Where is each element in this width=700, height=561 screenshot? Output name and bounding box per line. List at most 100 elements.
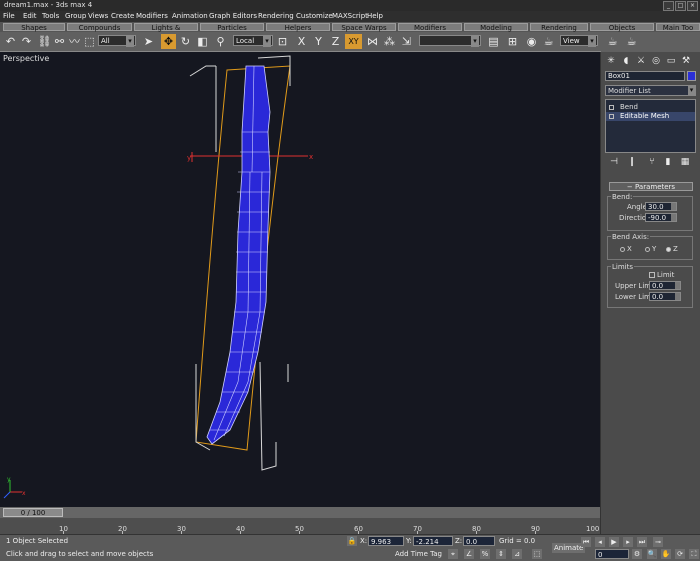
motion-tab-icon[interactable]: ◎ [650,55,662,67]
expand-icon[interactable] [609,114,614,119]
timeline[interactable]: 10 20 30 40 50 60 70 80 90 100 [0,518,600,534]
time-slider[interactable]: 0 / 100 [3,508,63,517]
arc-rotate-icon[interactable]: ⟳ [675,549,685,559]
axis-z-radio[interactable] [666,247,671,252]
utilities-tab-icon[interactable]: ⚒ [680,55,692,67]
object-color-swatch[interactable] [687,71,696,81]
limit-effect-checkbox[interactable] [649,272,655,278]
select-rotate-icon[interactable]: ↻ [178,34,193,49]
menu-group[interactable]: Group [65,12,86,20]
axis-x-radio[interactable] [620,247,625,252]
angle-spinner[interactable]: 30.0 [645,202,677,211]
display-tab-icon[interactable]: ▭ [665,55,677,67]
render-last-icon[interactable]: ☕ [624,34,639,49]
upper-limit-spinner[interactable]: 0.0 [649,281,681,290]
menu-customize[interactable]: Customize [296,12,333,20]
menu-graph-editors[interactable]: Graph Editors [209,12,257,20]
menu-help[interactable]: Help [367,12,383,20]
window-crossing-icon[interactable]: ⬚ [532,549,542,559]
menu-create[interactable]: Create [111,12,134,20]
modifier-list-dropdown[interactable]: Modifier List ▾ [605,85,696,96]
restrict-z-button[interactable]: Z [328,34,343,49]
restrict-y-button[interactable]: Y [311,34,326,49]
y-coord-field[interactable]: -2.214 [413,536,453,546]
make-unique-icon[interactable]: ⑂ [646,156,658,168]
pin-stack-icon[interactable]: ⊣ [608,156,620,168]
tab-helpers[interactable]: Helpers [266,23,330,32]
redo-icon[interactable]: ↷ [19,34,34,49]
lower-limit-spinner[interactable]: 0.0 [649,292,681,301]
menu-animation[interactable]: Animation [172,12,208,20]
go-to-start-icon[interactable]: ⏮ [581,537,591,547]
parameters-rollout[interactable]: − Parameters [609,182,693,191]
previous-frame-icon[interactable]: ◂ [595,537,605,547]
direction-spinner[interactable]: -90.0 [645,213,677,222]
minimize-button[interactable]: _ [663,1,674,11]
axis-y-radio[interactable] [645,247,650,252]
select-object-icon[interactable]: ➤ [141,34,156,49]
menu-views[interactable]: Views [88,12,108,20]
menu-edit[interactable]: Edit [23,12,37,20]
unlink-icon[interactable]: ⚯ [52,34,67,49]
pivot-center-icon[interactable]: ⊡ [275,34,290,49]
add-time-tag-button[interactable]: Add Time Tag [395,550,442,558]
link-icon[interactable]: ⛓ [37,34,52,49]
maximize-button[interactable]: □ [675,1,686,11]
tab-rendering[interactable]: Rendering [530,23,588,32]
restrict-x-button[interactable]: X [294,34,309,49]
quick-render-icon[interactable]: ☕ [605,34,620,49]
tab-shapes[interactable]: Shapes [3,23,65,32]
menu-maxscript[interactable]: MAXScript [332,12,368,20]
menu-rendering[interactable]: Rendering [258,12,294,20]
perspective-viewport[interactable]: x y x y Perspective [0,51,601,508]
key-mode-icon[interactable]: ⊸ [653,537,663,547]
render-type-dropdown[interactable]: View ▾ [560,35,598,47]
select-scale-icon[interactable]: ◧ [195,34,210,49]
array-icon[interactable]: ⁂ [382,34,397,49]
schematic-view-icon[interactable]: ⊞ [505,34,520,49]
select-move-icon[interactable]: ✥ [161,34,176,49]
percent-snap-icon[interactable]: % [480,549,490,559]
menu-file[interactable]: File [3,12,15,20]
degradation-override-icon[interactable]: ⊿ [512,549,522,559]
remove-modifier-icon[interactable]: ▮ [662,156,674,168]
time-config-icon[interactable]: ⚙ [632,549,642,559]
maximize-viewport-icon[interactable]: ⛶ [689,549,699,559]
expand-icon[interactable] [609,105,614,110]
selection-filter-dropdown[interactable]: All ▾ [98,35,136,47]
restrict-xy-button[interactable]: XY [345,34,362,49]
next-frame-icon[interactable]: ▸ [623,537,633,547]
tab-modifiers[interactable]: Modifiers [398,23,462,32]
stack-item-bend[interactable]: Bend [606,103,695,112]
stack-item-editable-mesh[interactable]: Editable Mesh [606,112,695,121]
align-icon[interactable]: ⇲ [399,34,414,49]
tab-main-toolbar[interactable]: Main Too [656,23,700,32]
z-coord-field[interactable]: 0.0 [463,536,495,546]
play-icon[interactable]: ▶ [609,537,619,547]
current-frame-field[interactable]: 0 [595,549,629,559]
configure-sets-icon[interactable]: ▦ [679,156,691,168]
lock-selection-icon[interactable]: 🔒 [347,536,357,546]
close-button[interactable]: × [687,1,698,11]
tab-lights-cameras[interactable]: Lights & Cameras [134,23,198,40]
hierarchy-tab-icon[interactable]: ⚔ [635,55,647,67]
viewport-label[interactable]: Perspective [3,54,49,63]
select-region-icon[interactable]: ⬚ [82,34,97,49]
tab-objects[interactable]: Objects [590,23,654,32]
go-to-end-icon[interactable]: ⏭ [637,537,647,547]
x-coord-field[interactable]: 9.963 [368,536,404,546]
object-name-field[interactable]: Box01 [605,71,685,81]
select-manipulate-icon[interactable]: ⚲ [213,34,228,49]
create-tab-icon[interactable]: ✳ [605,55,617,67]
modify-tab-icon[interactable]: ◖ [620,55,632,67]
track-view-icon[interactable]: ▤ [486,34,501,49]
menu-modifiers[interactable]: Modifiers [136,12,168,20]
named-selection-dropdown[interactable]: ▾ [419,35,481,47]
render-scene-icon[interactable]: ☕ [541,34,556,49]
bind-spacewarp-icon[interactable]: 〰 [67,34,82,49]
angle-snap-icon[interactable]: ∠ [464,549,474,559]
reference-coord-dropdown[interactable]: Local ▾ [233,35,273,47]
menu-tools[interactable]: Tools [42,12,59,20]
tab-space-warps[interactable]: Space Warps [332,23,396,32]
material-editor-icon[interactable]: ◉ [524,34,539,49]
